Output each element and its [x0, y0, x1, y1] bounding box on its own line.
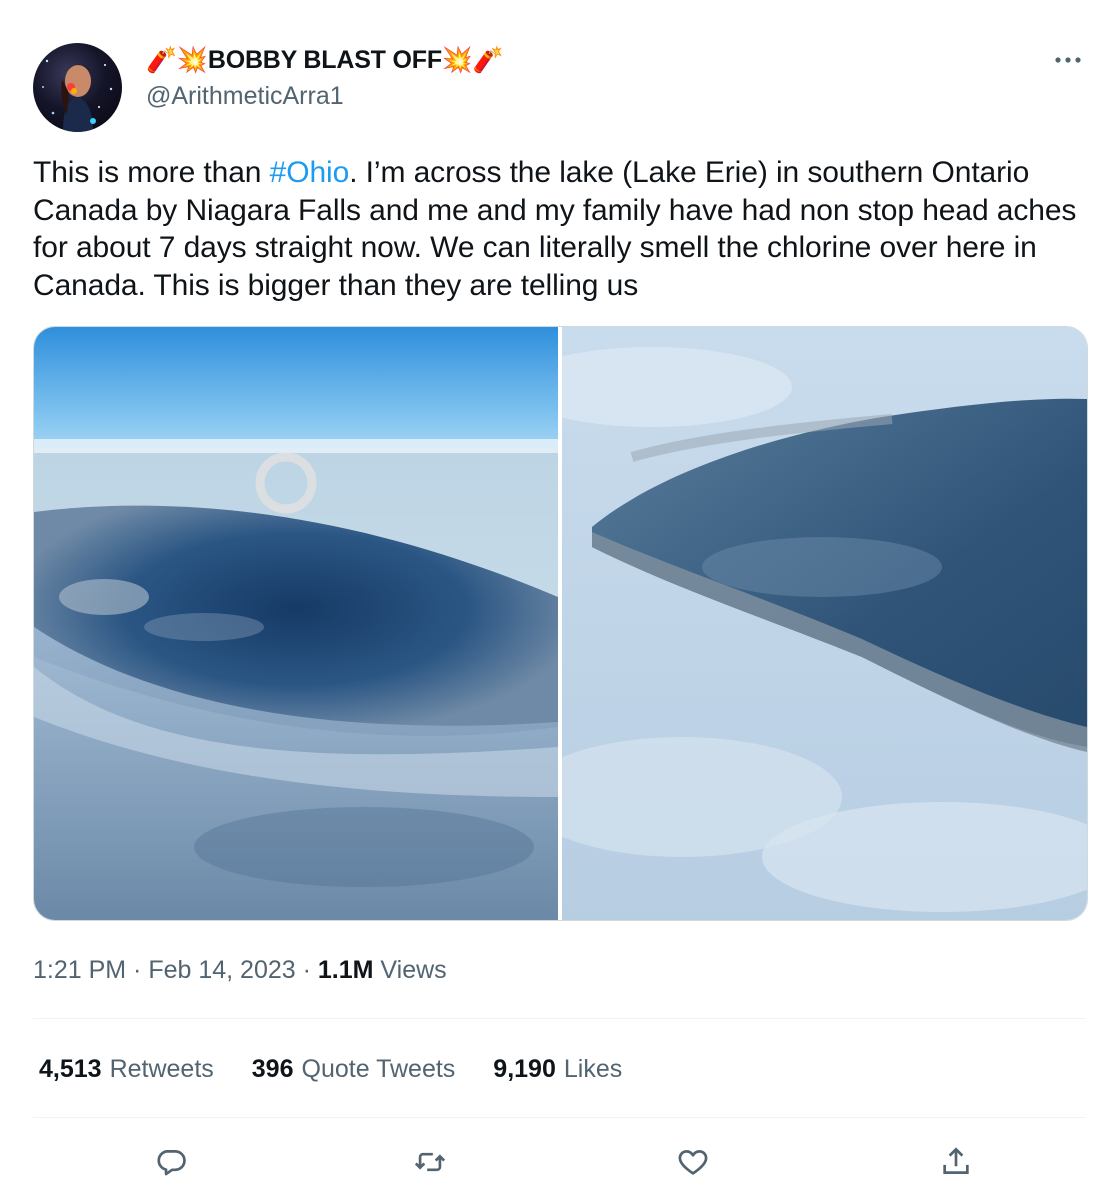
meta-separator: ·	[126, 956, 149, 984]
author-display-name[interactable]: 🧨💥BOBBY BLAST OFF💥🧨	[146, 44, 504, 76]
tweet-text: This is more than #Ohio. I’m across the …	[33, 154, 1083, 304]
aerial-smoke-photo-2	[562, 327, 1087, 920]
tweet-date[interactable]: Feb 14, 2023	[148, 956, 295, 984]
action-bar	[0, 1137, 1116, 1187]
tweet: 🧨💥BOBBY BLAST OFF💥🧨 @ArithmeticArra1 Thi…	[0, 0, 1116, 1200]
avatar-image	[42, 59, 113, 132]
reply-button[interactable]	[146, 1137, 196, 1187]
photo-1[interactable]	[34, 327, 558, 920]
retweets-label: Retweets	[109, 1055, 214, 1083]
engagement-stats: 4,513 Retweets 396 Quote Tweets 9,190 Likes	[39, 1052, 660, 1086]
photo-2[interactable]	[562, 327, 1087, 920]
tweet-meta: 1:21 PM · Feb 14, 2023 · 1.1M Views	[33, 953, 447, 987]
retweets-stat[interactable]: 4,513 Retweets	[39, 1052, 214, 1086]
reply-icon	[157, 1150, 186, 1176]
heart-icon	[678, 1150, 708, 1175]
share-icon	[943, 1147, 969, 1174]
media-grid	[33, 326, 1088, 921]
author-handle[interactable]: @ArithmeticArra1	[146, 80, 344, 112]
tweet-time[interactable]: 1:21 PM	[33, 956, 126, 984]
divider	[33, 1117, 1086, 1118]
hashtag-link[interactable]: #Ohio	[270, 156, 350, 189]
views-count: 1.1M	[317, 956, 374, 984]
more-horizontal-icon	[1055, 57, 1081, 63]
divider	[33, 1018, 1086, 1019]
aerial-smoke-photo-1	[34, 327, 558, 920]
avatar[interactable]	[33, 43, 122, 132]
likes-count: 9,190	[493, 1055, 556, 1083]
likes-label: Likes	[563, 1055, 623, 1083]
meta-separator-2: ·	[295, 956, 318, 984]
like-button[interactable]	[668, 1137, 718, 1187]
views-label: Views	[373, 956, 447, 984]
quote-tweets-count: 396	[251, 1055, 294, 1083]
retweet-button[interactable]	[405, 1137, 455, 1187]
quote-tweets-label: Quote Tweets	[301, 1055, 456, 1083]
retweet-icon	[414, 1152, 446, 1172]
tweet-text-start: This is more than	[33, 156, 270, 189]
retweets-count: 4,513	[39, 1055, 102, 1083]
share-button[interactable]	[931, 1137, 981, 1187]
likes-stat[interactable]: 9,190 Likes	[493, 1052, 622, 1086]
quote-tweets-stat[interactable]: 396 Quote Tweets	[252, 1052, 456, 1086]
more-options-button[interactable]	[1048, 44, 1088, 76]
